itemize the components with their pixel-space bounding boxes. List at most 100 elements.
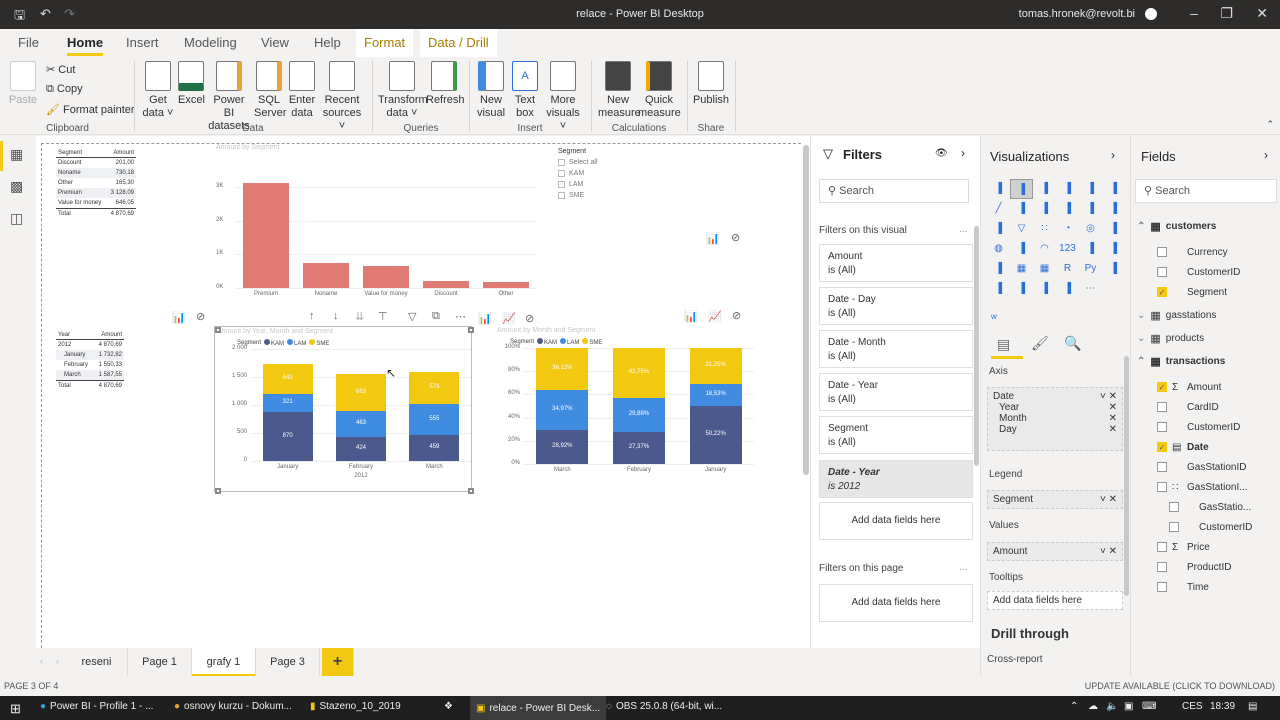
- stacked-column-visual-icon[interactable]: ▐: [1010, 179, 1033, 199]
- field-table[interactable]: ⌃ ▦ customers: [1137, 218, 1216, 234]
- more-options-icon[interactable]: ...: [959, 562, 967, 573]
- cloud-icon[interactable]: ☁: [1088, 701, 1098, 712]
- kpi-visual-icon[interactable]: ▐: [1102, 239, 1125, 259]
- field-item[interactable]: CustomerID: [1169, 519, 1252, 535]
- field-item[interactable]: ProductID: [1157, 559, 1231, 575]
- ribbon-visual-icon[interactable]: ▐: [1102, 199, 1125, 219]
- table-row[interactable]: Value for money 646,05: [56, 198, 136, 208]
- year-table-visual[interactable]: Year Amount 2012 4 870,69 January 1 732,82 …: [56, 330, 124, 390]
- page-tab[interactable]: Page 3: [256, 648, 320, 676]
- collapse-fields-icon[interactable]: ›: [1264, 148, 1268, 162]
- legend-item[interactable]: LAM: [560, 338, 579, 346]
- field-item[interactable]: GasStatio...: [1169, 499, 1251, 515]
- taskbar-item[interactable]: ● osnovy kurzu - Dokum...: [174, 701, 292, 712]
- canvas-scrollbar[interactable]: [803, 145, 809, 475]
- stacked-area-visual-icon[interactable]: ▐: [1033, 199, 1056, 219]
- amount-by-month-segment-chart[interactable]: Amount by Month and Segment Segment KAM LA…: [494, 326, 754, 492]
- cut-button[interactable]: ✂ Cut: [46, 63, 75, 76]
- remove-icon[interactable]: ˅ ✕: [1100, 391, 1117, 402]
- tray-chevron-icon[interactable]: ⌃: [1070, 701, 1078, 712]
- field-checkbox[interactable]: [1157, 462, 1167, 472]
- axis-subfield[interactable]: Year ✕: [993, 402, 1117, 413]
- table-row[interactable]: January 1 732,82: [56, 350, 124, 360]
- axis-subfield[interactable]: Month ✕: [993, 413, 1117, 424]
- field-checkbox[interactable]: [1157, 582, 1167, 592]
- checkbox[interactable]: [558, 192, 565, 199]
- publish-button[interactable]: Publish: [692, 61, 730, 107]
- data-view-icon[interactable]: ▩: [10, 178, 23, 195]
- bar[interactable]: [483, 282, 529, 288]
- expand-next-level-icon[interactable]: ⊤: [378, 310, 388, 323]
- Py-visual-icon[interactable]: Py: [1079, 259, 1102, 279]
- collapse-visualizations-icon[interactable]: ›: [1111, 148, 1115, 162]
- add-visual-filter-dropzone[interactable]: Add data fields here: [819, 502, 973, 540]
- field-item[interactable]: GasStationID: [1157, 459, 1246, 475]
- filter-card[interactable]: Date - Day is (All): [819, 287, 973, 325]
- close-button[interactable]: ✕: [1256, 5, 1268, 22]
- start-button[interactable]: ⊞: [10, 701, 21, 717]
- avatar[interactable]: [1145, 8, 1157, 20]
- field-checkbox[interactable]: [1157, 542, 1167, 552]
- minimize-button[interactable]: –: [1190, 5, 1198, 21]
- clustered-bar-visual-icon[interactable]: ▐: [1033, 179, 1056, 199]
- R-visual-icon[interactable]: R: [1056, 259, 1079, 279]
- format-painter-button[interactable]: 🖌 Format painter: [46, 103, 135, 116]
- funnel-visual-icon[interactable]: ▽: [1010, 219, 1033, 239]
- paste-button[interactable]: Paste: [8, 61, 38, 107]
- tab-view[interactable]: View: [261, 35, 289, 50]
- fields-tab-icon[interactable]: ▤: [997, 336, 1010, 353]
- field-table[interactable]: ⌄ ▦ products: [1137, 330, 1204, 346]
- table-row[interactable]: March 1 587,55: [56, 370, 124, 380]
- map-visual-icon[interactable]: ◍: [987, 239, 1010, 259]
- bar[interactable]: [363, 266, 409, 288]
- page-tab[interactable]: reseni: [66, 648, 128, 676]
- line-clustered-visual-icon[interactable]: ▐: [1079, 199, 1102, 219]
- axis-subfield[interactable]: Day ✕: [993, 424, 1117, 435]
- remove-icon[interactable]: ✕: [1109, 402, 1117, 413]
- notifications-icon[interactable]: ▤: [1248, 701, 1257, 712]
- tab-file[interactable]: File: [18, 35, 39, 50]
- filter-visual-icon[interactable]: 📊: [684, 310, 698, 323]
- tab-data-drill[interactable]: Data / Drill: [420, 29, 497, 57]
- field-item[interactable]: CustomerID: [1157, 264, 1240, 280]
- excel-button[interactable]: Excel: [178, 61, 205, 107]
- field-checkbox[interactable]: [1157, 482, 1167, 492]
- table-row[interactable]: Noname 730,18: [56, 168, 136, 178]
- copy-button[interactable]: ⧉ Copy: [46, 83, 83, 96]
- tab-modeling[interactable]: Modeling: [184, 35, 237, 50]
- segment-table-visual[interactable]: Segment Amount Discount 201,00 Noname 730,1…: [56, 148, 136, 218]
- volume-icon[interactable]: 🔈: [1106, 701, 1118, 712]
- refresh-button[interactable]: Refresh: [426, 61, 465, 107]
- multirow-card-visual-icon[interactable]: ▐: [1079, 239, 1102, 259]
- filter-visual-icon[interactable]: 📊: [706, 232, 720, 245]
- page-tab-active[interactable]: grafy 1: [192, 648, 256, 676]
- chevron-up-icon[interactable]: ⌃: [1137, 221, 1145, 232]
- checkbox[interactable]: [558, 181, 565, 188]
- checkbox[interactable]: [558, 170, 565, 177]
- legend-item[interactable]: SME: [309, 339, 329, 347]
- report-view-icon[interactable]: ▦: [10, 146, 23, 163]
- chevron-up-icon[interactable]: ⌃: [1137, 356, 1145, 367]
- filter-card[interactable]: Segment is (All): [819, 416, 973, 454]
- field-checkbox[interactable]: ✓: [1157, 442, 1167, 452]
- text-box-button[interactable]: A Text box: [510, 61, 540, 120]
- filter-card[interactable]: Amount is (All): [819, 244, 973, 282]
- viz-scrollbar[interactable]: [1124, 356, 1129, 596]
- highlight-icon[interactable]: 📈: [502, 312, 516, 325]
- custom-visual-icon[interactable]: w: [991, 312, 997, 321]
- tooltips-dropzone[interactable]: Add data fields here: [987, 591, 1123, 610]
- field-checkbox[interactable]: [1157, 562, 1167, 572]
- add-page-filter-dropzone[interactable]: Add data fields here: [819, 584, 973, 622]
- collapse-ribbon-icon[interactable]: ⌃: [1266, 119, 1274, 130]
- field-table[interactable]: ⌄ ▦ gasstations: [1137, 307, 1216, 323]
- amount-by-year-month-segment-chart[interactable]: Amount by Year, Month and Segment Segmen…: [214, 326, 474, 494]
- filter-card-active[interactable]: Date - Year is 2012: [819, 460, 973, 498]
- table-row[interactable]: 2012 4 870,69: [56, 340, 124, 350]
- model-view-icon[interactable]: ◫: [10, 210, 23, 227]
- field-checkbox[interactable]: [1157, 422, 1167, 432]
- new-visual-button[interactable]: New visual: [476, 61, 506, 120]
- chevron-down-icon[interactable]: ⌄: [1137, 333, 1145, 344]
- remove-icon[interactable]: ✕: [1109, 413, 1117, 424]
- field-item[interactable]: ✓ ▤ Date: [1157, 439, 1209, 455]
- field-checkbox[interactable]: [1169, 522, 1179, 532]
